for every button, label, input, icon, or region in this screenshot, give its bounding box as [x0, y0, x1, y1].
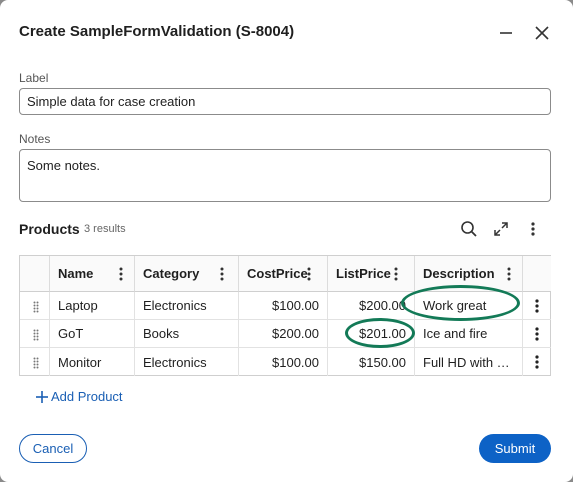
- products-table: Name Category CostPrice ListPrice Descri…: [19, 255, 551, 376]
- label-input[interactable]: [19, 88, 551, 115]
- minimize-icon[interactable]: [495, 22, 517, 44]
- cell-name: Laptop: [50, 292, 135, 320]
- column-menu-icon[interactable]: [392, 266, 400, 282]
- column-label: CostPrice: [247, 266, 308, 281]
- plus-icon: [36, 390, 48, 403]
- column-label: ListPrice: [336, 266, 391, 281]
- column-label: Name: [58, 266, 94, 281]
- column-menu-icon[interactable]: [117, 266, 125, 282]
- row-menu-icon[interactable]: [533, 354, 541, 370]
- column-menu-icon[interactable]: [218, 266, 226, 282]
- column-header-listprice[interactable]: ListPrice: [328, 256, 415, 292]
- drag-column-header: [20, 256, 50, 292]
- cell-costprice: $100.00: [239, 348, 328, 376]
- notes-textarea[interactable]: Some notes.: [19, 149, 551, 202]
- column-label: Description: [423, 266, 495, 281]
- cell-listprice: $200.00: [328, 292, 415, 320]
- notes-caption: Notes: [19, 132, 51, 146]
- cell-category: Electronics: [135, 292, 239, 320]
- column-menu-icon[interactable]: [505, 266, 513, 282]
- cell-description: Ice and fire: [415, 320, 523, 348]
- cell-description: Full HD with …: [415, 348, 523, 376]
- cell-costprice: $200.00: [239, 320, 328, 348]
- column-header-costprice[interactable]: CostPrice: [239, 256, 328, 292]
- products-title: Products: [19, 221, 80, 237]
- drag-handle-icon[interactable]: [33, 300, 39, 313]
- dialog-title: Create SampleFormValidation (S-8004): [19, 23, 295, 40]
- row-menu-icon[interactable]: [533, 298, 541, 314]
- submit-button[interactable]: Submit: [479, 434, 551, 463]
- cell-name: Monitor: [50, 348, 135, 376]
- cell-category: Books: [135, 320, 239, 348]
- cell-category: Electronics: [135, 348, 239, 376]
- cancel-button[interactable]: Cancel: [19, 434, 87, 463]
- cell-listprice: $201.00: [328, 320, 415, 348]
- more-options-icon[interactable]: [523, 219, 543, 239]
- dialog: Create SampleFormValidation (S-8004) Lab…: [0, 0, 573, 482]
- drag-handle-icon[interactable]: [33, 328, 39, 341]
- column-label: Category: [143, 266, 200, 281]
- column-menu-icon[interactable]: [305, 266, 313, 282]
- close-icon[interactable]: [531, 22, 553, 44]
- add-product-button[interactable]: Add Product: [35, 389, 123, 404]
- label-caption: Label: [19, 71, 49, 85]
- search-icon[interactable]: [459, 219, 479, 239]
- cell-name: GoT: [50, 320, 135, 348]
- results-count: 3 results: [84, 223, 126, 235]
- cell-costprice: $100.00: [239, 292, 328, 320]
- expand-icon[interactable]: [491, 219, 511, 239]
- cell-listprice: $150.00: [328, 348, 415, 376]
- add-product-label: Add Product: [51, 389, 123, 404]
- drag-handle-icon[interactable]: [33, 356, 39, 369]
- actions-column-header: [523, 256, 551, 292]
- cell-description: Work great: [415, 292, 523, 320]
- row-menu-icon[interactable]: [533, 326, 541, 342]
